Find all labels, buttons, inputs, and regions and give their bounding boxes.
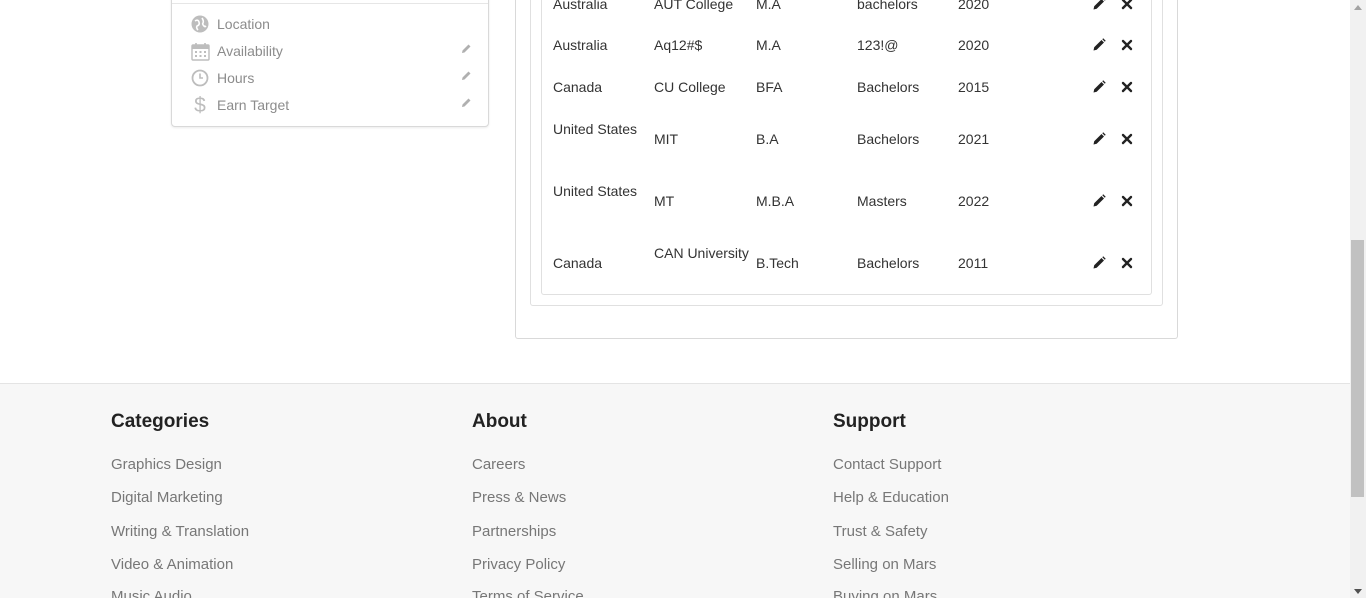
footer-link[interactable]: Trust & Safety xyxy=(833,523,927,540)
globe-icon xyxy=(190,14,210,34)
footer-link[interactable]: Buying on Mars xyxy=(833,588,937,598)
card-divider xyxy=(172,3,488,4)
college-cell: CU College xyxy=(654,79,726,95)
edit-hours-pencil-icon[interactable] xyxy=(460,69,472,81)
footer-heading: Support xyxy=(833,411,906,432)
sidebar-item-label: Hours xyxy=(217,70,255,86)
sidebar-item-hours: Hours xyxy=(190,66,472,90)
title-cell: B.A xyxy=(756,131,779,147)
footer-link[interactable]: Help & Education xyxy=(833,489,949,506)
edit-row-pencil-icon[interactable] xyxy=(1092,132,1106,146)
delete-row-x-icon[interactable] xyxy=(1120,38,1134,52)
year-cell: 2020 xyxy=(958,0,990,12)
college-cell: MT xyxy=(654,193,675,209)
footer-link[interactable]: Writing & Translation xyxy=(111,523,249,540)
edit-row-pencil-icon[interactable] xyxy=(1092,0,1106,11)
footer-heading: About xyxy=(472,411,527,432)
edit-row-pencil-icon[interactable] xyxy=(1092,194,1106,208)
degree-cell: Masters xyxy=(857,193,907,209)
country-cell: Canada xyxy=(553,79,603,95)
footer-heading: Categories xyxy=(111,411,210,432)
title-cell: BFA xyxy=(756,79,783,95)
footer-link[interactable]: Careers xyxy=(472,456,525,473)
delete-row-x-icon[interactable] xyxy=(1120,194,1134,208)
site-footer: Categories Graphics Design Digital Marke… xyxy=(0,383,1350,598)
sidebar-item-label: Earn Target xyxy=(217,97,290,113)
footer-link[interactable]: Selling on Mars xyxy=(833,556,936,573)
college-cell: Aq12#$ xyxy=(654,37,703,53)
footer-link[interactable]: Contact Support xyxy=(833,456,941,473)
title-cell: B.Tech xyxy=(756,255,799,271)
country-cell: United States xyxy=(553,183,638,199)
footer-link[interactable]: Graphics Design xyxy=(111,456,222,473)
college-cell: CAN University xyxy=(654,245,749,261)
degree-cell: bachelors xyxy=(857,0,918,12)
year-cell: 2022 xyxy=(958,193,990,209)
edit-row-pencil-icon[interactable] xyxy=(1092,256,1106,270)
footer-link[interactable]: Terms of Service xyxy=(472,588,584,598)
profile-details-card: Location Availability Hours $ Earn Targe… xyxy=(171,0,489,127)
title-cell: M.A xyxy=(756,37,781,53)
sidebar-item-earn-target: $ Earn Target xyxy=(190,93,472,117)
calendar-icon xyxy=(190,41,210,61)
delete-row-x-icon[interactable] xyxy=(1120,132,1134,146)
title-cell: M.A xyxy=(756,0,781,12)
country-cell: United States xyxy=(553,121,638,137)
title-cell: M.B.A xyxy=(756,193,795,209)
footer-link[interactable]: Digital Marketing xyxy=(111,489,223,506)
footer-link[interactable]: Music Audio xyxy=(111,588,192,598)
footer-link[interactable]: Partnerships xyxy=(472,523,556,540)
country-cell: Australia xyxy=(553,0,608,12)
year-cell: 2015 xyxy=(958,79,990,95)
college-cell: MIT xyxy=(654,131,679,147)
scroll-up-arrow-icon[interactable] xyxy=(1350,0,1366,14)
svg-text:$: $ xyxy=(194,94,206,116)
degree-cell: Bachelors xyxy=(857,255,920,271)
scrollbar-thumb[interactable] xyxy=(1351,240,1364,497)
delete-row-x-icon[interactable] xyxy=(1120,256,1134,270)
country-cell: Australia xyxy=(553,37,608,53)
degree-cell: Bachelors xyxy=(857,131,920,147)
degree-cell: Bachelors xyxy=(857,79,920,95)
page-scrollbar[interactable] xyxy=(1350,0,1366,598)
edit-row-pencil-icon[interactable] xyxy=(1092,38,1106,52)
country-cell: Canada xyxy=(553,255,603,271)
footer-link[interactable]: Video & Animation xyxy=(111,556,233,573)
footer-link[interactable]: Privacy Policy xyxy=(472,556,565,573)
clock-icon xyxy=(190,68,210,88)
footer-link[interactable]: Press & News xyxy=(472,489,566,506)
delete-row-x-icon[interactable] xyxy=(1120,80,1134,94)
year-cell: 2021 xyxy=(958,131,990,147)
sidebar-item-location: Location xyxy=(190,12,472,36)
scroll-down-arrow-icon[interactable] xyxy=(1350,584,1366,598)
sidebar-item-label: Availability xyxy=(217,43,283,59)
edit-row-pencil-icon[interactable] xyxy=(1092,80,1106,94)
dollar-icon: $ xyxy=(190,94,210,116)
sidebar-item-availability: Availability xyxy=(190,39,472,63)
sidebar-item-label: Location xyxy=(217,16,270,32)
degree-cell: 123!@ xyxy=(857,37,899,53)
year-cell: 2011 xyxy=(958,255,989,271)
year-cell: 2020 xyxy=(958,37,990,53)
edit-earn-target-pencil-icon[interactable] xyxy=(460,96,472,108)
edit-availability-pencil-icon[interactable] xyxy=(460,42,472,54)
college-cell: AUT College xyxy=(654,0,734,12)
delete-row-x-icon[interactable] xyxy=(1120,0,1134,11)
